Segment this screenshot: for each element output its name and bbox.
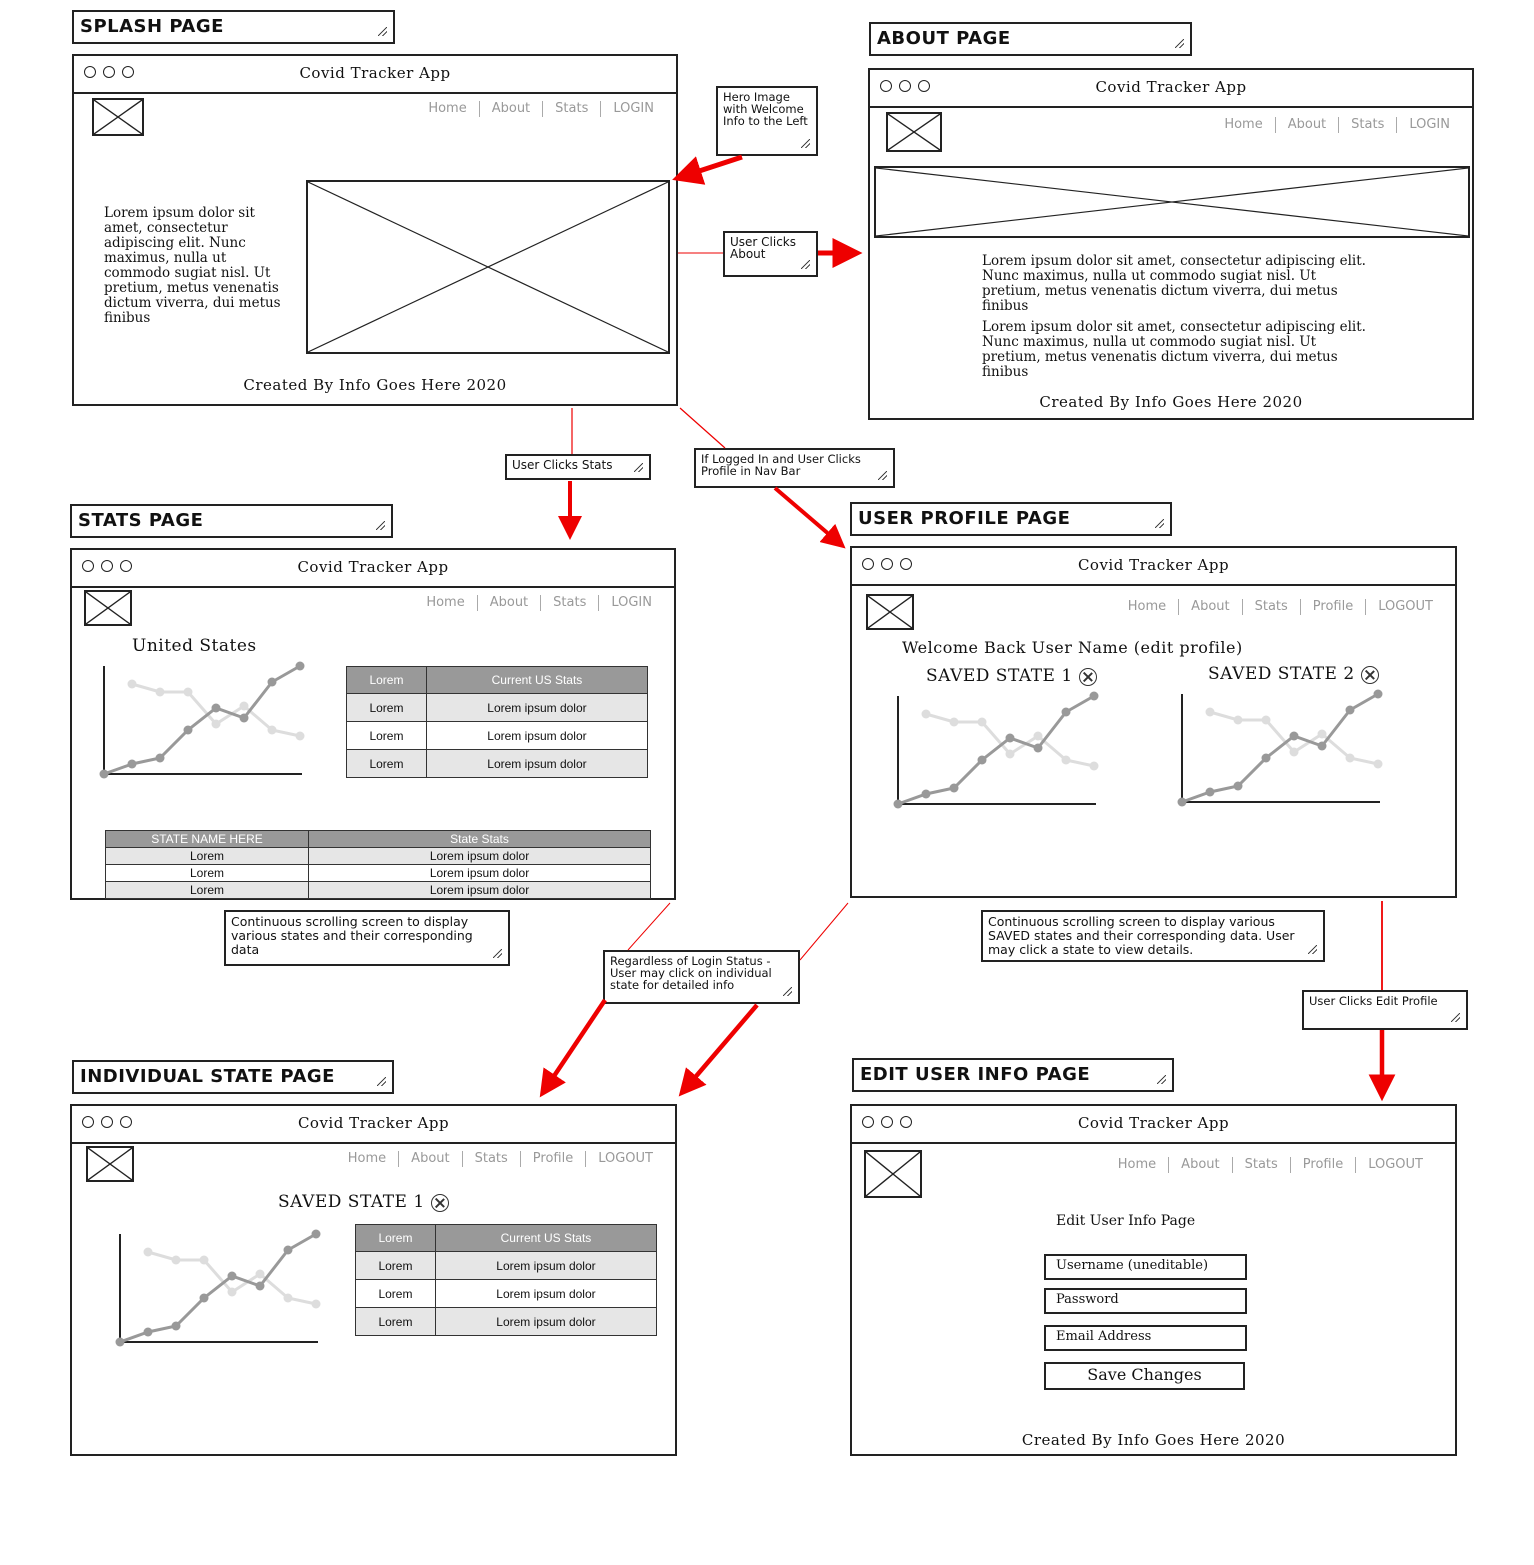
arrow-state-left	[539, 998, 607, 1098]
arrow-hero	[672, 154, 743, 185]
arrow-profile	[773, 486, 846, 549]
connector-profile	[679, 407, 726, 449]
arrow-state-right	[678, 1003, 759, 1097]
connector-stats-to-note	[627, 902, 671, 951]
flow-arrows	[539, 154, 1396, 1102]
connector-profile-to-note	[799, 902, 849, 961]
